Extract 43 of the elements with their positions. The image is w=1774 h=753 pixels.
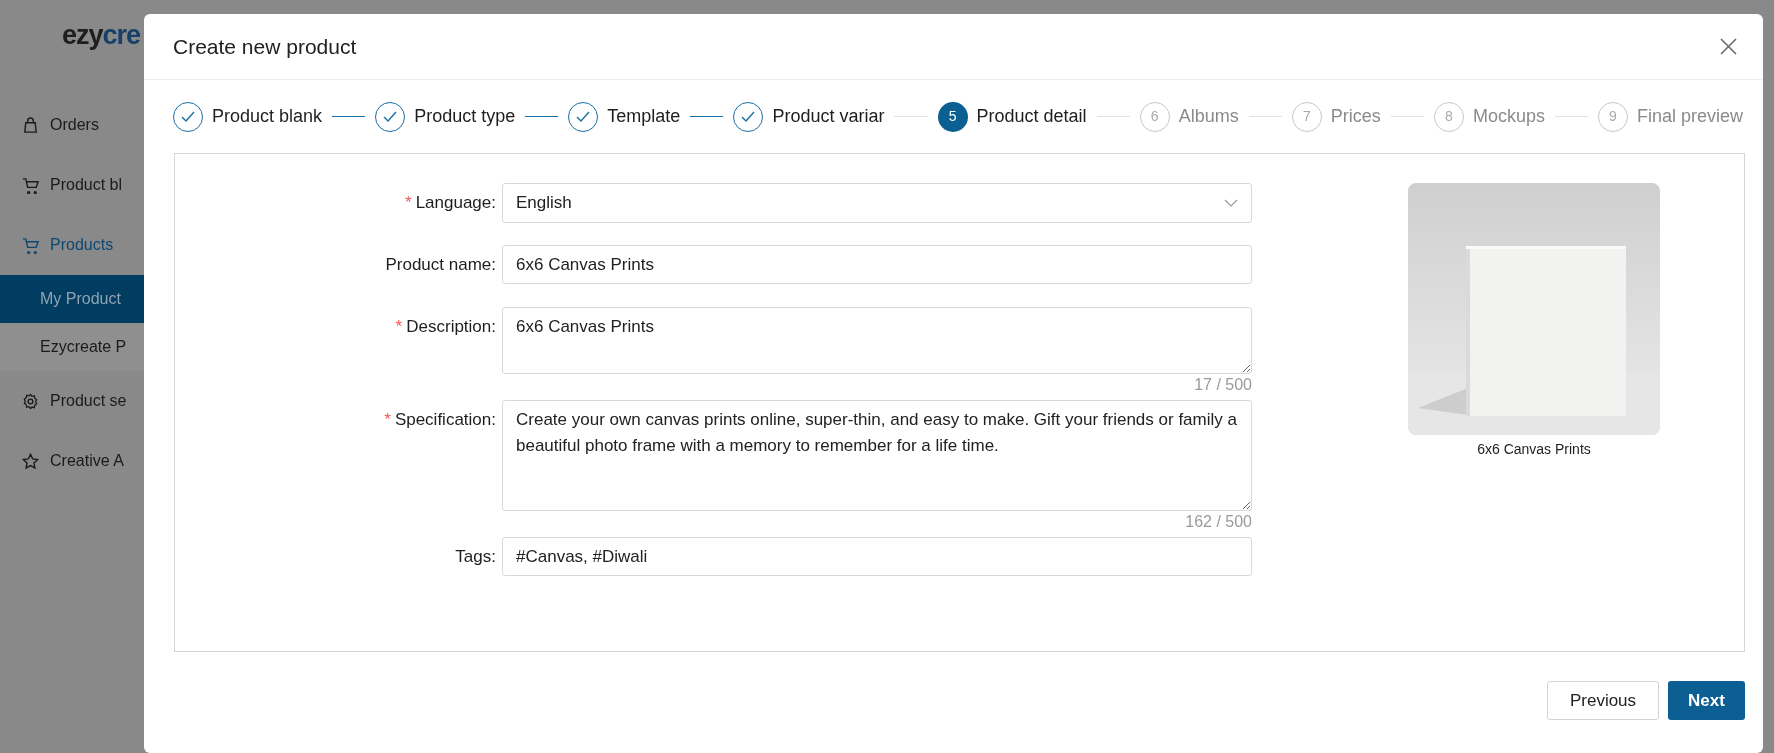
check-icon [181, 110, 195, 123]
sidebar-item[interactable]: Ezycreate P [0, 323, 144, 371]
check-icon [383, 110, 398, 123]
bag-icon [22, 116, 39, 134]
input-field[interactable]: 6x6 Canvas Prints [502, 245, 1252, 284]
step[interactable]: Template [568, 101, 681, 132]
step[interactable]: Product blank [173, 101, 323, 132]
field-label: * Description: [394, 316, 497, 338]
field-label: * Specification: [383, 409, 497, 431]
step[interactable]: 7 Prices [1291, 101, 1381, 132]
check-icon [576, 110, 591, 123]
field-label: Tags: [454, 546, 497, 568]
chevron-down-icon [1224, 199, 1238, 207]
gear-icon [22, 392, 39, 410]
logo: ezycre [61, 19, 142, 52]
field-label: Product name: [384, 254, 497, 276]
sidebar-item[interactable]: Product bl [0, 155, 144, 215]
sidebar-item[interactable]: Product se [0, 371, 144, 431]
image-caption: 6x6 Canvas Prints [1477, 440, 1591, 459]
star-icon [22, 452, 39, 470]
sidebar-item[interactable]: My Product [0, 275, 144, 323]
step[interactable]: Product type [375, 101, 516, 132]
step[interactable]: 6 Albums [1139, 101, 1239, 132]
sidebar-item[interactable]: Creative A [0, 431, 144, 491]
close-icon [1720, 38, 1737, 55]
input-field[interactable]: #Canvas, #Diwali [502, 537, 1252, 576]
step[interactable]: 5 Product detail [937, 101, 1087, 132]
text-area[interactable]: Create your own canvas prints online, super-thin, and easy to make. Gift your friends or family a beautiful photo frame with a memory to remember for a life time. [502, 400, 1252, 511]
previous-button[interactable]: Previous [1547, 681, 1659, 720]
sidebar-item[interactable]: Orders [0, 95, 144, 155]
next-button[interactable]: Next [1668, 681, 1745, 720]
check-icon [741, 110, 756, 123]
cart-icon [22, 176, 39, 194]
field-label: * Language: [404, 192, 497, 214]
character-count: 17 / 500 [1193, 375, 1252, 395]
step[interactable]: Product variar [733, 101, 885, 132]
cart-icon [22, 236, 39, 254]
text-area[interactable]: 6x6 Canvas Prints [502, 307, 1252, 374]
language-select[interactable]: English [502, 183, 1252, 223]
modal-title: Create new product [173, 33, 357, 60]
character-count: 162 / 500 [1184, 512, 1252, 532]
step[interactable]: 8 Mockups [1433, 101, 1545, 132]
step[interactable]: 9 Final preview [1598, 101, 1744, 132]
